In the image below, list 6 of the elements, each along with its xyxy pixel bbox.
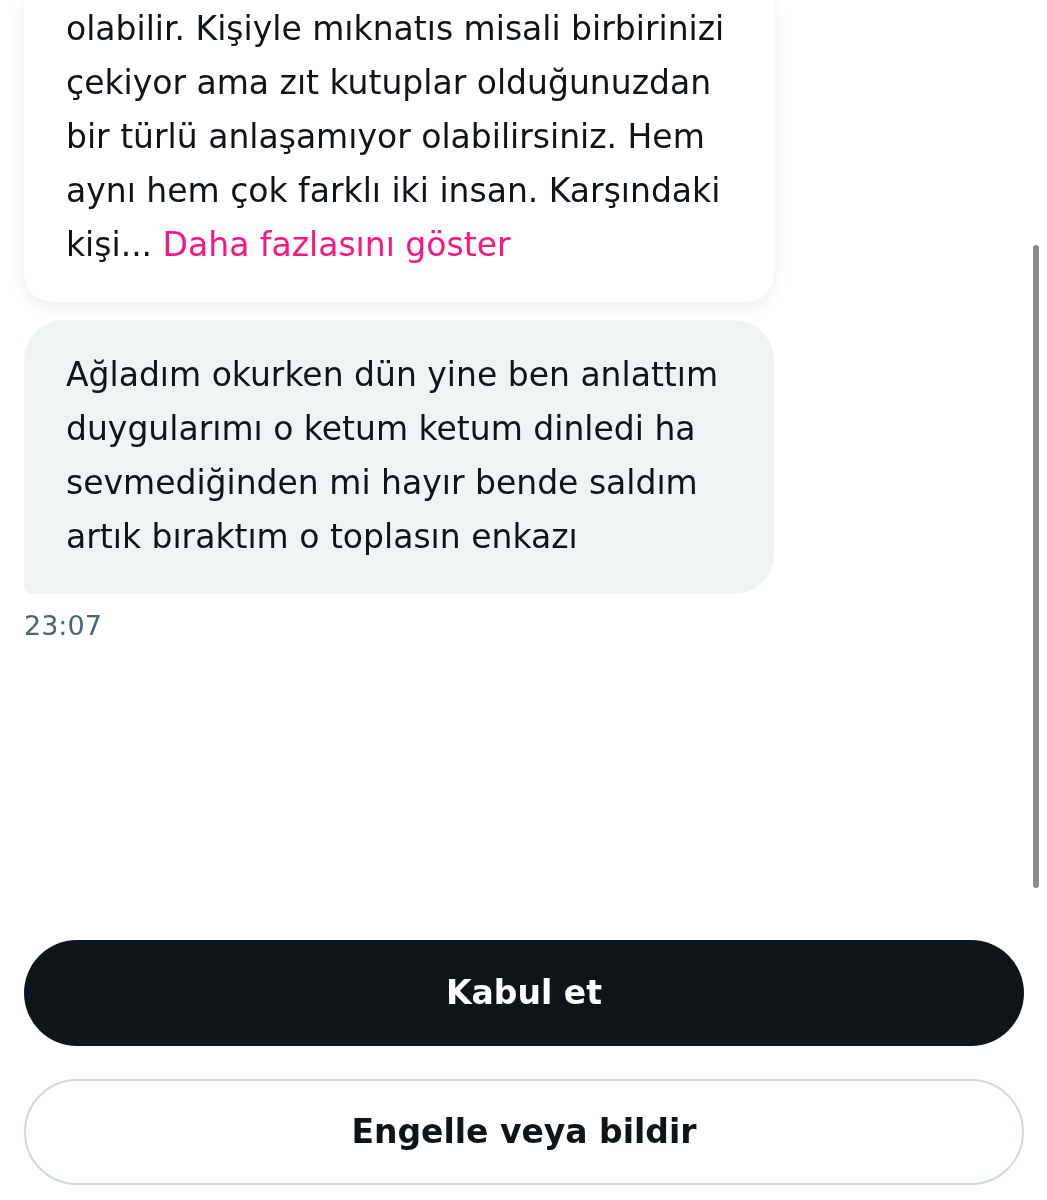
show-more-link[interactable]: Daha fazlasını göster [162,225,511,264]
message-text: Ağladım okurken dün yine ben anlattım duygularımı o ketum ketum dinledi ha sevmediğinden mi hayır bende saldım artık bıraktım o toplasın enkazı [66,354,720,558]
timestamp: 23:07 [24,610,102,641]
block-report-button[interactable]: Engelle veya bildir [24,1079,1024,1185]
accept-button[interactable]: Kabul et [24,940,1024,1046]
message-text: olabilir. Kişiyle mıknatıs misali birbirinizi çekiyor ama zıt kutuplar olduğunuzdan bir türlü anlaşamıyor olabilirsiniz. Hem aynı hem çok farklı iki insan. Karşındaki kişi... Daha fazlasını göster [66,8,726,266]
